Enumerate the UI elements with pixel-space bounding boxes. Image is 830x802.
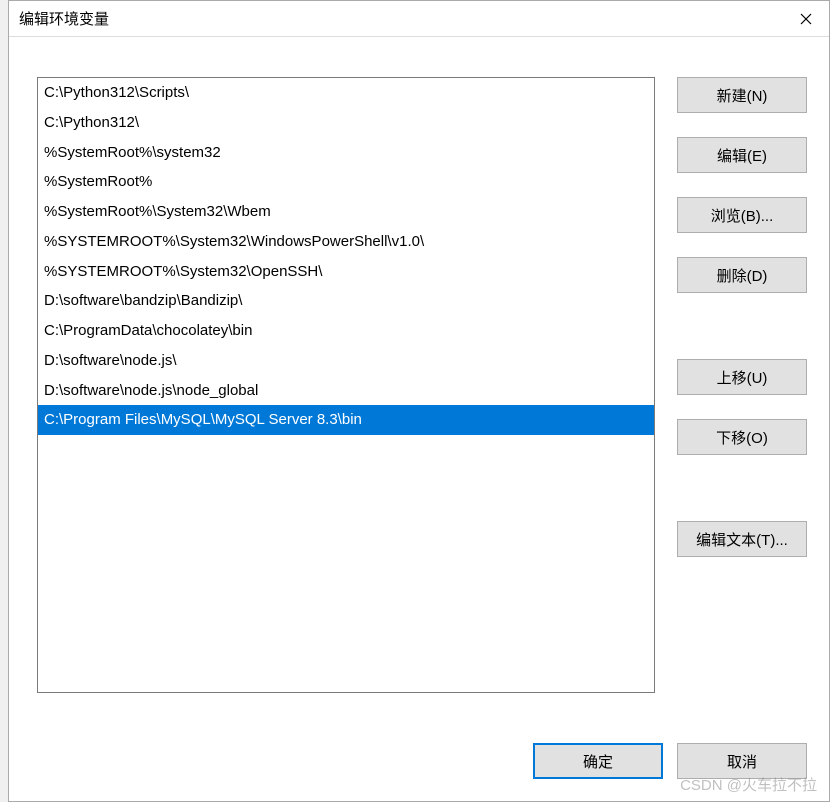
side-button-panel: 新建(N) 编辑(E) 浏览(B)... 删除(D) 上移(U) 下移(O) 编…: [677, 77, 807, 731]
list-item[interactable]: %SystemRoot%\System32\Wbem: [38, 197, 654, 227]
dialog-body: C:\Python312\Scripts\C:\Python312\%Syste…: [9, 37, 829, 739]
list-item[interactable]: %SystemRoot%: [38, 167, 654, 197]
close-icon: [800, 13, 812, 25]
list-item[interactable]: %SystemRoot%\system32: [38, 138, 654, 168]
list-item[interactable]: C:\ProgramData\chocolatey\bin: [38, 316, 654, 346]
edit-text-button[interactable]: 编辑文本(T)...: [677, 521, 807, 557]
ok-button[interactable]: 确定: [533, 743, 663, 779]
browse-button[interactable]: 浏览(B)...: [677, 197, 807, 233]
list-item[interactable]: C:\Python312\: [38, 108, 654, 138]
list-item[interactable]: D:\software\bandzip\Bandizip\: [38, 286, 654, 316]
list-item[interactable]: D:\software\node.js\: [38, 346, 654, 376]
move-down-button[interactable]: 下移(O): [677, 419, 807, 455]
close-button[interactable]: [783, 1, 829, 37]
new-button[interactable]: 新建(N): [677, 77, 807, 113]
list-item[interactable]: %SYSTEMROOT%\System32\OpenSSH\: [38, 257, 654, 287]
list-item[interactable]: D:\software\node.js\node_global: [38, 376, 654, 406]
path-list[interactable]: C:\Python312\Scripts\C:\Python312\%Syste…: [37, 77, 655, 693]
titlebar: 编辑环境变量: [9, 1, 829, 37]
dialog-title: 编辑环境变量: [19, 8, 109, 29]
edit-button[interactable]: 编辑(E): [677, 137, 807, 173]
dialog-footer: 确定 取消: [9, 739, 829, 801]
move-up-button[interactable]: 上移(U): [677, 359, 807, 395]
list-item[interactable]: C:\Python312\Scripts\: [38, 78, 654, 108]
delete-button[interactable]: 删除(D): [677, 257, 807, 293]
list-item[interactable]: C:\Program Files\MySQL\MySQL Server 8.3\…: [38, 405, 654, 435]
cancel-button[interactable]: 取消: [677, 743, 807, 779]
list-item[interactable]: %SYSTEMROOT%\System32\WindowsPowerShell\…: [38, 227, 654, 257]
env-var-dialog: 编辑环境变量 C:\Python312\Scripts\C:\Python312…: [8, 0, 830, 802]
